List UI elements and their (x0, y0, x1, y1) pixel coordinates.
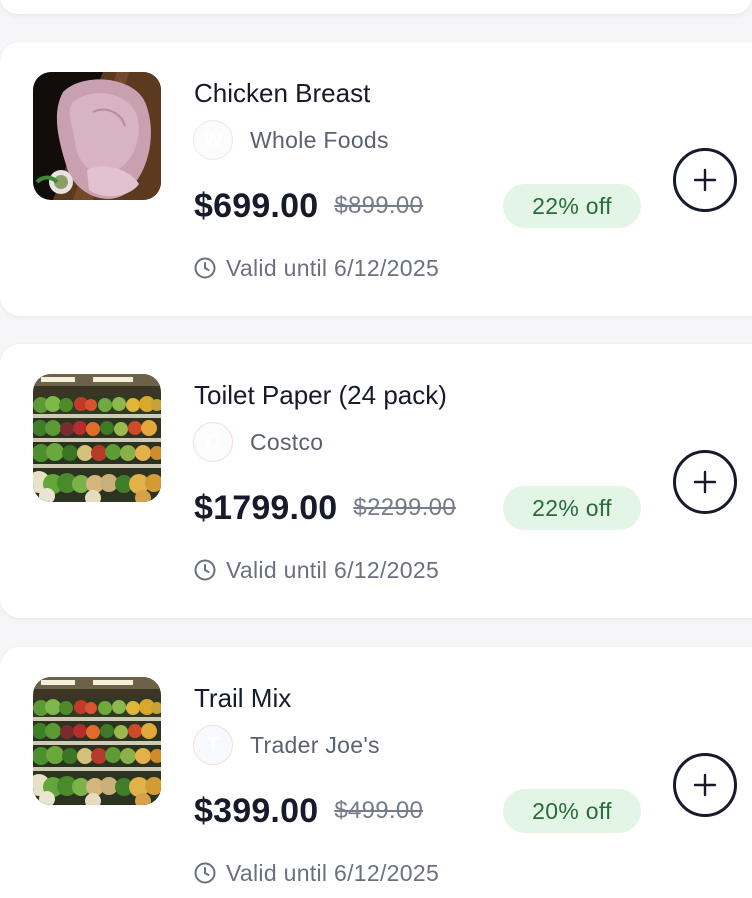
original-price: $2299.00 (353, 494, 456, 521)
valid-until-text: Valid until 6/12/2025 (226, 859, 440, 886)
validity-row: Valid until 6/12/2025 (193, 556, 439, 584)
product-title: Toilet Paper (24 pack) (194, 380, 447, 410)
sale-price: $1799.00 (194, 488, 338, 527)
store-name: Trader Joe's (250, 731, 380, 758)
raw-chicken-on-board-photo (33, 72, 161, 200)
product-title: Chicken Breast (194, 78, 371, 108)
deal-card[interactable]: Toilet Paper (24 pack) C Costco $1799.00… (0, 344, 752, 618)
clock-icon (194, 257, 216, 279)
previous-deal-card (0, 0, 752, 14)
add-button[interactable] (673, 753, 737, 817)
deal-card[interactable]: Trail Mix T Trader Joe's $399.00 $499.00… (0, 647, 752, 898)
deals-list: Chicken Breast W Whole Foods $699.00 $89… (0, 0, 752, 898)
plus-icon (693, 168, 717, 192)
add-button[interactable] (673, 148, 737, 212)
store-name: Costco (250, 428, 324, 455)
plus-icon (693, 470, 717, 494)
clock-icon (194, 559, 216, 581)
product-image (33, 677, 161, 805)
original-price: $899.00 (334, 192, 424, 219)
store-row: T Trader Joe's (193, 725, 380, 765)
produce-shelves-photo (33, 374, 161, 502)
deal-card[interactable]: Chicken Breast W Whole Foods $699.00 $89… (0, 42, 752, 316)
store-row: W Whole Foods (193, 120, 389, 160)
price-row: $1799.00 $2299.00 (194, 486, 456, 530)
price-row: $399.00 $499.00 (194, 789, 423, 833)
sale-price: $699.00 (194, 186, 319, 225)
clock-icon (194, 862, 216, 884)
product-image (33, 72, 161, 200)
original-price: $499.00 (334, 797, 424, 824)
validity-row: Valid until 6/12/2025 (193, 254, 439, 282)
store-row: C Costco (193, 422, 323, 462)
add-button[interactable] (673, 450, 737, 514)
store-name: Whole Foods (250, 126, 389, 153)
store-logo: T (193, 725, 233, 765)
valid-until-text: Valid until 6/12/2025 (226, 556, 440, 583)
product-title: Trail Mix (194, 683, 292, 713)
plus-icon (693, 773, 717, 797)
sale-price: $399.00 (194, 791, 319, 830)
discount-badge: 22% off (503, 486, 641, 530)
price-row: $699.00 $899.00 (194, 184, 423, 228)
validity-row: Valid until 6/12/2025 (193, 859, 439, 887)
store-logo: W (193, 120, 233, 160)
product-image (33, 374, 161, 502)
produce-shelves-photo (33, 677, 161, 805)
valid-until-text: Valid until 6/12/2025 (226, 254, 440, 281)
discount-badge: 22% off (503, 184, 641, 228)
store-logo: C (193, 422, 233, 462)
discount-badge: 20% off (503, 789, 641, 833)
